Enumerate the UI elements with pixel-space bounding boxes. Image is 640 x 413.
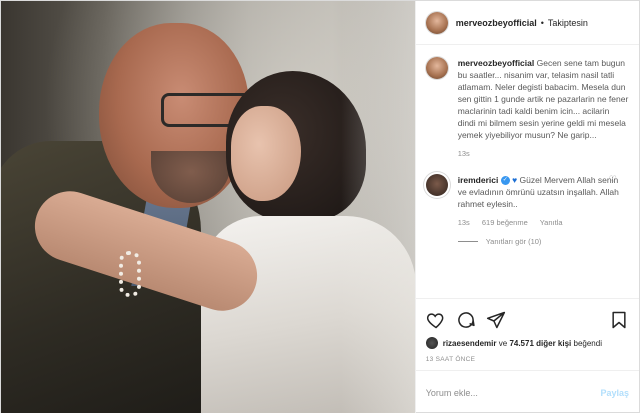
caption-text: merveozbeyofficial Gecen sene tam bugun … (458, 57, 629, 141)
comment-row: iremderici ✓ ♥ Güzel Mervem Allah senin … (425, 174, 629, 227)
follow-status[interactable]: Takiptesin (548, 18, 588, 28)
comment-likes[interactable]: 619 beğenme (482, 218, 528, 227)
blue-heart-icon: ♥ (512, 175, 518, 185)
author-avatar-caption[interactable] (425, 57, 448, 79)
comment-input[interactable] (425, 387, 601, 398)
bookmark-icon[interactable] (609, 310, 629, 330)
view-replies-label[interactable]: Yanıtları gör (10) (486, 237, 542, 246)
likes-suffix: beğendi (573, 338, 602, 348)
comment-age: 13s (457, 218, 470, 227)
liker-avatar[interactable] (425, 337, 438, 349)
commenter-avatar[interactable] (425, 174, 448, 196)
verified-badge-icon: ✓ (500, 176, 510, 186)
share-icon[interactable] (486, 310, 506, 330)
caption-username[interactable]: merveozbeyofficial (458, 58, 535, 68)
likes-summary: rizaesendemir ve 74.571 diğer kişi beğen… (416, 334, 639, 352)
post-side-panel: merveozbeyofficial • Takiptesin merveozb… (414, 1, 639, 413)
post-header: merveozbeyofficial • Takiptesin (415, 1, 639, 45)
separator-dot: • (540, 17, 544, 28)
action-bar (415, 298, 639, 334)
commenter-username[interactable]: iremderici (458, 175, 499, 185)
caption-meta: 13s (458, 149, 629, 158)
others-count[interactable]: 74.571 diğer kişi (509, 339, 571, 348)
post-photo[interactable] (1, 1, 415, 413)
first-liker[interactable]: rizaesendemir (443, 339, 497, 348)
author-username[interactable]: merveozbeyofficial (456, 18, 537, 28)
caption-age: 13s (457, 149, 470, 158)
author-avatar[interactable] (425, 11, 448, 34)
post-timestamp: 13 SAAT ÖNCE (425, 356, 476, 363)
instagram-post-view: merveozbeyofficial • Takiptesin merveozb… (0, 0, 640, 413)
view-replies[interactable]: Yanıtları gör (10) (457, 237, 629, 246)
comment-like-heart-icon[interactable]: ♡ (609, 174, 617, 185)
caption-row: merveozbeyofficial Gecen sene tam bugun … (425, 57, 629, 158)
caption-body: Gecen sene tam bugun bu saatler... nisan… (457, 58, 629, 140)
pearl-bracelet (119, 251, 141, 297)
veil (341, 1, 415, 413)
post-comment-button[interactable]: Paylaş (600, 388, 629, 398)
likes-text: rizaesendemir ve 74.571 diğer kişi beğen… (443, 339, 602, 348)
add-comment-bar: Paylaş (415, 370, 639, 413)
replies-line (457, 241, 478, 242)
comment-meta: 13s 619 beğenme Yanıtla (458, 218, 629, 227)
comment-text: iremderici ✓ ♥ Güzel Mervem Allah senin … (458, 174, 629, 210)
comment-icon[interactable] (456, 310, 476, 330)
comments-section: merveozbeyofficial Gecen sene tam bugun … (416, 45, 639, 298)
heart-icon[interactable] (426, 310, 446, 330)
likes-connector: ve (498, 338, 508, 348)
reply-button[interactable]: Yanıtla (540, 218, 563, 227)
